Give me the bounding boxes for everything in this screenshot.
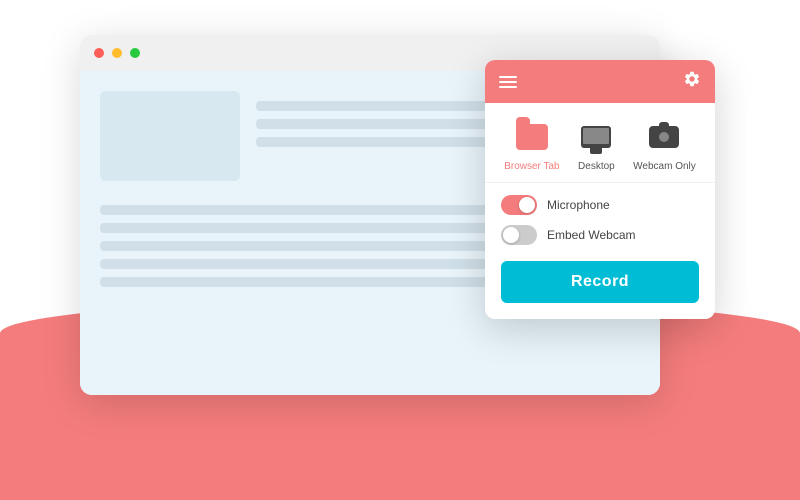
embed-webcam-toggle-row: Embed Webcam (501, 225, 699, 245)
mode-webcam-only[interactable]: Webcam Only (633, 119, 696, 172)
browser-tab-icon (514, 119, 550, 155)
content-image (100, 91, 240, 181)
mode-browser-tab[interactable]: Browser Tab (504, 119, 559, 172)
toggle-knob (503, 227, 519, 243)
record-button[interactable]: Record (501, 261, 699, 303)
content-line (100, 259, 532, 269)
hamburger-icon[interactable] (499, 76, 517, 88)
microphone-toggle[interactable] (501, 195, 537, 215)
popup-panel: Browser Tab Desktop Webcam Only (485, 60, 715, 319)
toggle-knob (519, 197, 535, 213)
mode-browser-tab-label: Browser Tab (504, 161, 559, 172)
mode-desktop-label: Desktop (578, 161, 615, 172)
webcam-only-icon (646, 119, 682, 155)
gear-icon[interactable] (683, 70, 701, 93)
traffic-light-green (130, 48, 140, 58)
mode-desktop[interactable]: Desktop (578, 119, 615, 172)
toggles-section: Microphone Embed Webcam (485, 183, 715, 257)
traffic-light-red (94, 48, 104, 58)
mode-webcam-only-label: Webcam Only (633, 161, 696, 172)
microphone-toggle-row: Microphone (501, 195, 699, 215)
popup-header (485, 60, 715, 103)
embed-webcam-toggle[interactable] (501, 225, 537, 245)
desktop-icon (578, 119, 614, 155)
embed-webcam-label: Embed Webcam (547, 228, 635, 242)
traffic-light-yellow (112, 48, 122, 58)
microphone-label: Microphone (547, 198, 610, 212)
mode-selector: Browser Tab Desktop Webcam Only (485, 103, 715, 183)
